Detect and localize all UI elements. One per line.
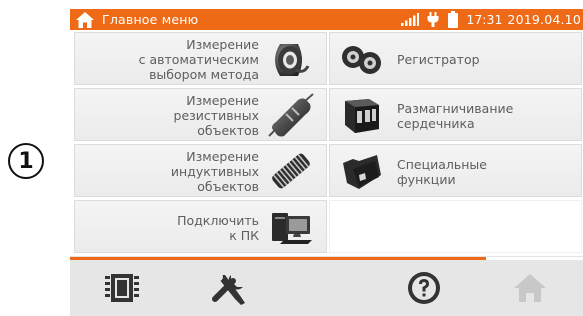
menu-recorder-button[interactable]: Регистратор	[329, 32, 582, 85]
menu-special-functions-button[interactable]: Специальные функции	[329, 144, 582, 197]
clock-time: 17:31	[466, 12, 503, 27]
menu-resistive-button[interactable]: Измерение резистивных объектов	[74, 88, 327, 141]
menu-label: Измерение индуктивных объектов	[170, 149, 259, 194]
auto-measure-icon	[275, 44, 310, 76]
menu-auto-measure-button[interactable]: Измерение с автоматическим выбором метод…	[74, 32, 327, 85]
menu-label: Подключить к ПК	[177, 212, 259, 243]
home-icon	[514, 274, 546, 302]
menu-pc-connect-button[interactable]: Подключить к ПК	[74, 200, 327, 253]
status-indicators: 17:31 2019.04.10	[401, 11, 583, 28]
coil-icon	[272, 153, 310, 189]
menu-label: Измерение резистивных объектов	[173, 93, 259, 138]
memory-button[interactable]	[102, 269, 142, 307]
status-bar: Главное меню 17:31 2019.04.10	[70, 9, 583, 30]
clock-date: 2019.04.10	[507, 12, 581, 27]
help-icon	[408, 272, 440, 304]
signal-icon	[401, 13, 420, 26]
pc-connect-icon	[272, 213, 312, 244]
main-menu: Измерение с автоматическим выбором метод…	[70, 30, 583, 259]
bottom-toolbar	[70, 260, 583, 316]
menu-label: Размагничивание сердечника	[397, 100, 514, 131]
help-button[interactable]	[404, 269, 444, 307]
memory-icon	[105, 274, 139, 302]
battery-icon	[448, 11, 459, 28]
menu-label: Измерение с автоматическим выбором метод…	[138, 37, 259, 82]
menu-inductive-button[interactable]: Измерение индуктивных объектов	[74, 144, 327, 197]
menu-label: Специальные функции	[397, 156, 487, 187]
home-icon[interactable]	[75, 11, 95, 29]
callout-number: 1	[8, 143, 44, 179]
empty-tile	[329, 200, 582, 253]
menu-label: Регистратор	[397, 52, 480, 67]
settings-icon	[212, 273, 245, 305]
demagnetize-icon	[345, 99, 379, 133]
meter-screen: Главное меню 17:31 2019.04.10 Измерение …	[70, 9, 583, 316]
plug-icon	[427, 12, 439, 27]
special-functions-icon	[343, 155, 381, 189]
recorder-icon	[342, 46, 381, 74]
resistor-icon	[268, 93, 314, 137]
home-button[interactable]	[510, 269, 550, 307]
menu-demagnetize-button[interactable]: Размагничивание сердечника	[329, 88, 582, 141]
settings-button[interactable]	[210, 269, 250, 307]
screen-title: Главное меню	[102, 12, 199, 27]
